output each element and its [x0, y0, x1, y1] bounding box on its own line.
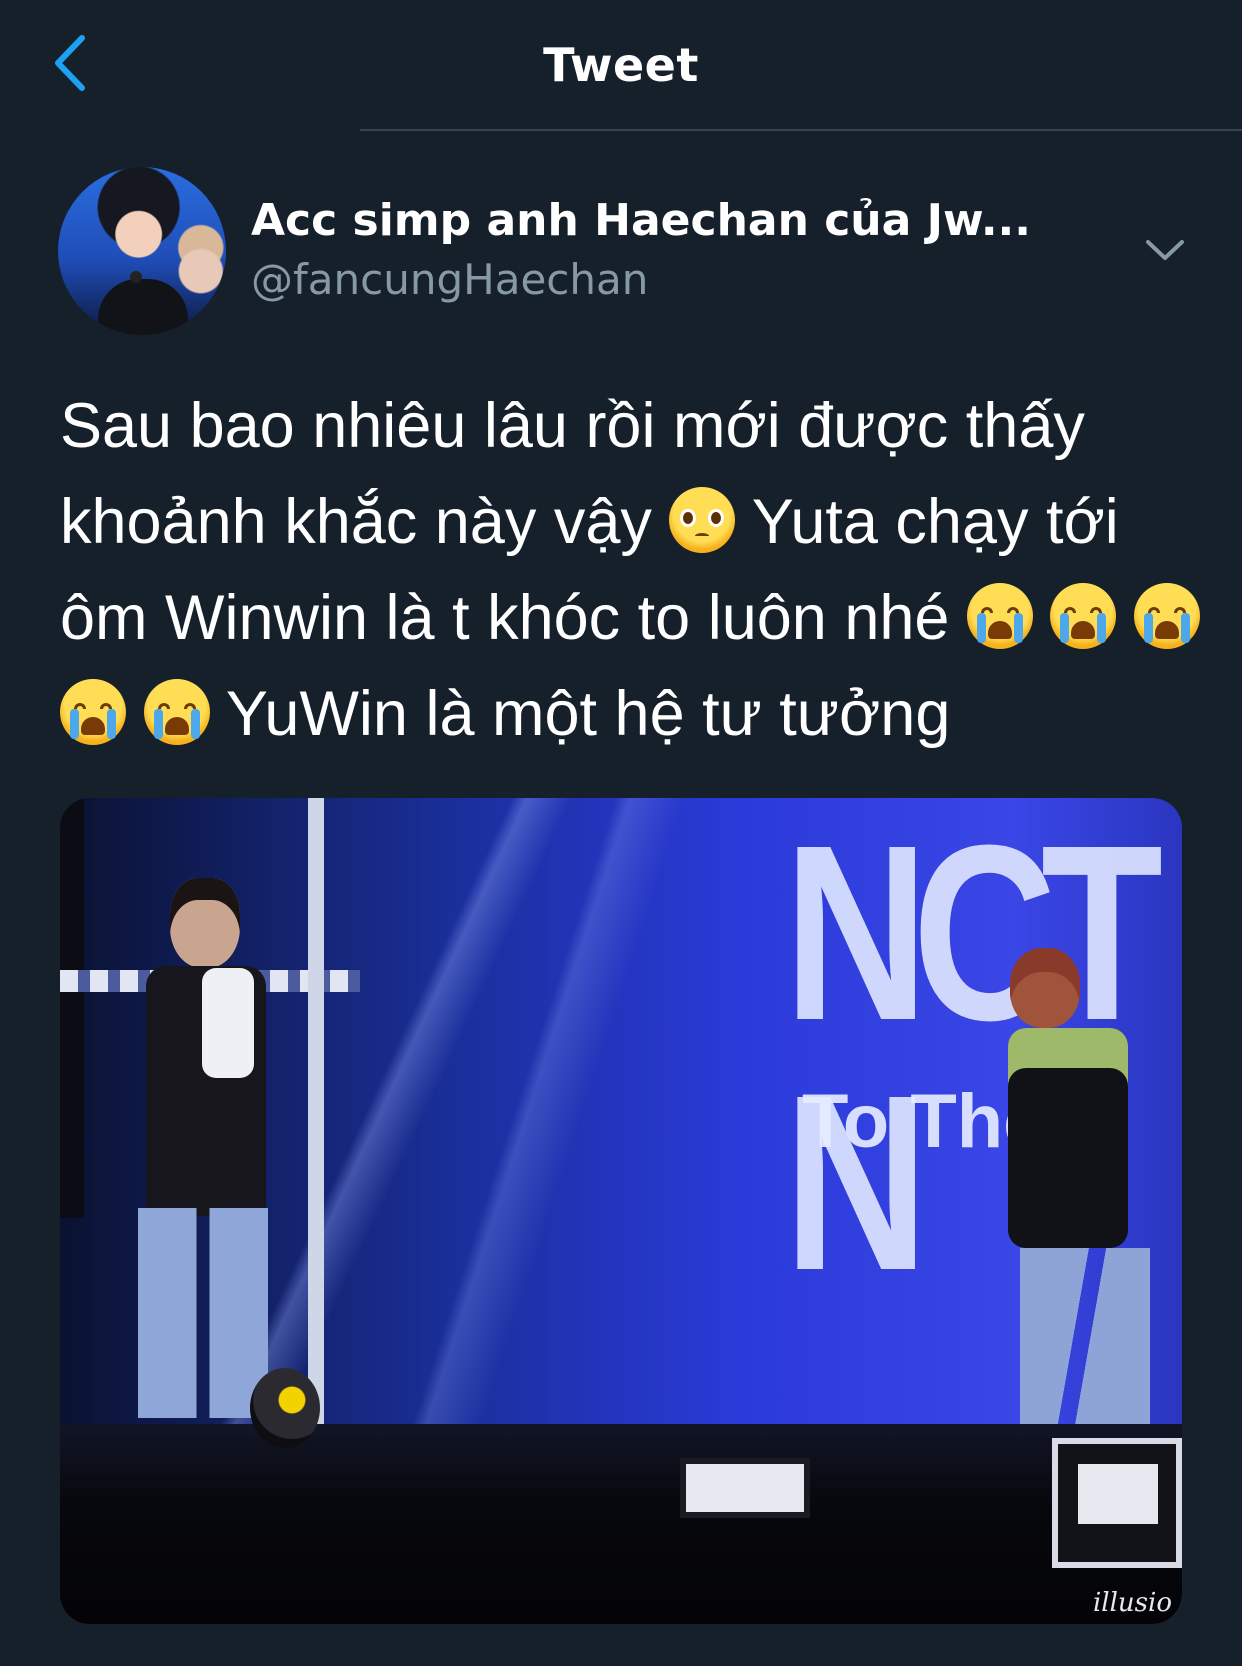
stage-lamp: [250, 1368, 320, 1448]
tweet-media-image[interactable]: NCT N To The illusio: [60, 798, 1182, 1624]
tweet-text-part3: YuWin là một hệ tư tưởng: [225, 679, 951, 749]
stage-floor: [60, 1424, 1182, 1624]
author-display-name[interactable]: Acc simp anh Haechan của Jw...: [251, 195, 1031, 246]
crying-face-emoji-icon: [1134, 583, 1200, 649]
tweet-options-button[interactable]: [1140, 232, 1190, 268]
tweet-detail-screen: Tweet Acc simp anh Haechan của Jw... @fa…: [0, 0, 1242, 1666]
stage-monitor: [680, 1458, 810, 1518]
crying-face-emoji-icon: [966, 583, 1033, 649]
pleading-face-emoji-icon: [669, 487, 736, 553]
page-title: Tweet: [543, 38, 699, 92]
stage-monitor-right: [1052, 1438, 1182, 1568]
avatar-shirt: [98, 279, 188, 335]
image-watermark: illusio: [1092, 1588, 1172, 1618]
crying-face-emoji-icon: [1050, 583, 1117, 649]
header-divider: [360, 129, 1242, 131]
stage-truss-vertical: [308, 798, 324, 1438]
crying-face-emoji-icon: [60, 679, 126, 745]
header: Tweet: [0, 0, 1242, 131]
crying-face-emoji-icon: [143, 679, 210, 745]
tweet-text: Sau bao nhiêu lâu rồi mới được thấy khoả…: [60, 378, 1210, 762]
avatar-mic: [130, 271, 142, 283]
author-handle[interactable]: @fancungHaechan: [251, 255, 648, 304]
performer-left: [110, 878, 290, 1418]
chevron-down-icon: [1146, 240, 1184, 260]
stage-truss-dark: [60, 798, 84, 1218]
avatar[interactable]: [58, 167, 226, 335]
